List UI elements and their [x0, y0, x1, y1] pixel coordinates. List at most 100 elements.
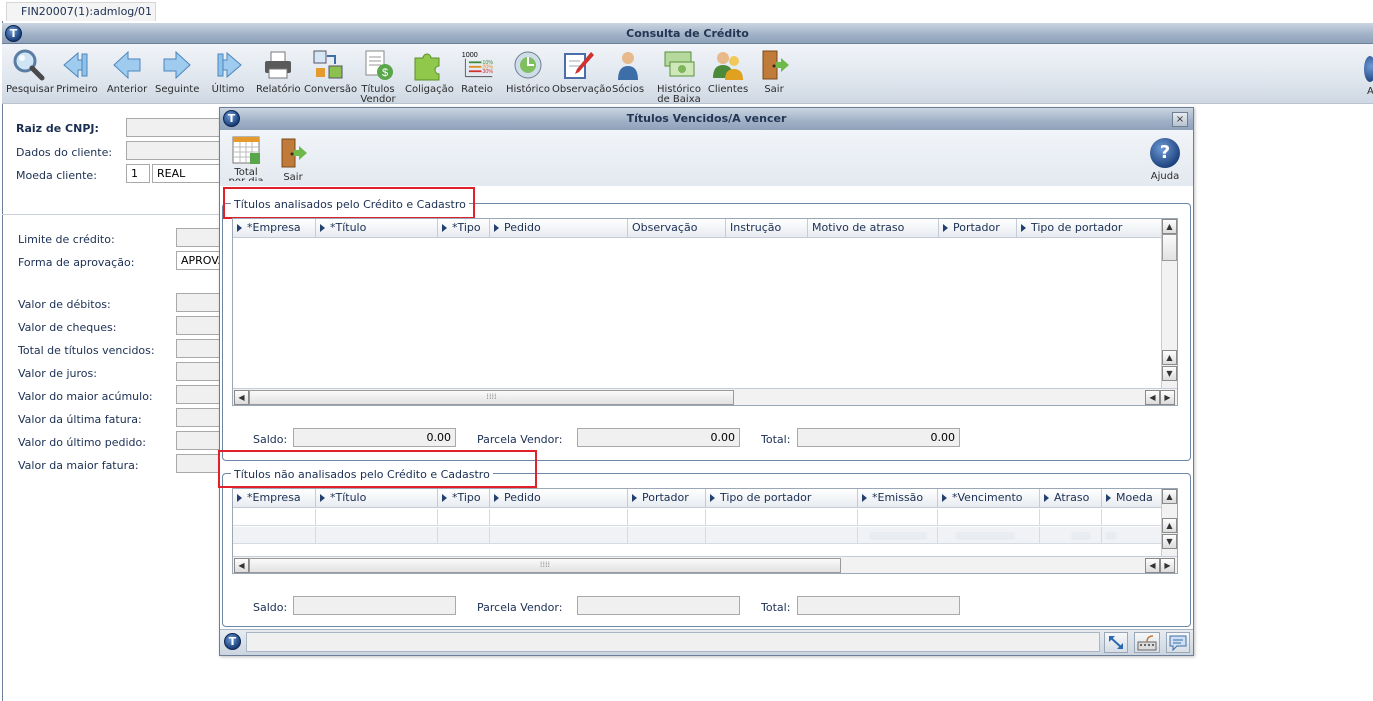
toolbar-label: Sair — [764, 84, 784, 95]
grid-horizontal-scrollbar[interactable]: ◀ ⁞⁞⁞⁞ ◀ ▶ — [233, 388, 1177, 405]
col-header[interactable]: Tipo de portador — [706, 489, 858, 508]
total-label: Total: — [761, 601, 791, 614]
saldo-label: Saldo: — [253, 601, 288, 614]
ultima-fatura-field[interactable] — [176, 408, 221, 427]
total-por-dia-button[interactable]: Total por dia — [227, 134, 265, 181]
resize-button[interactable] — [1104, 632, 1128, 653]
col-header[interactable]: Observação — [628, 219, 726, 238]
toolbar-seguinte-button[interactable]: Seguinte — [155, 48, 199, 95]
dialog-logo-icon: T — [223, 110, 240, 127]
grid-header: *Empresa *Título *Tipo Pedido Portador T… — [233, 489, 1161, 508]
scroll-up-button[interactable]: ▲ — [1162, 489, 1177, 504]
ultimo-pedido-field[interactable] — [176, 431, 221, 450]
chat-button[interactable] — [1166, 632, 1190, 653]
scroll-left-button[interactable]: ◀ — [1145, 390, 1160, 405]
col-header[interactable]: *Tipo — [438, 489, 490, 508]
rateio-pct-30: 30% — [482, 69, 493, 75]
forma-aprovacao-field[interactable]: APROVA — [176, 251, 221, 270]
grid-vertical-scrollbar[interactable]: ▲ ▲ ▼ — [1161, 489, 1177, 556]
col-header[interactable]: Instrução — [726, 219, 808, 238]
scroll-thumb[interactable]: ⁞⁞⁞⁞ — [249, 558, 841, 573]
col-header[interactable]: *Empresa — [233, 489, 316, 508]
scroll-left-button[interactable]: ◀ — [234, 390, 249, 405]
table-row[interactable] — [233, 527, 1161, 544]
valor-cheques-field[interactable] — [176, 316, 221, 335]
moeda-code-field[interactable]: 1 — [126, 164, 150, 183]
toolbar-conversao-button[interactable]: Conversão — [304, 48, 357, 95]
money-history-icon — [662, 48, 696, 82]
col-header[interactable]: Pedido — [490, 219, 628, 238]
printer-icon — [261, 48, 295, 82]
moeda-cliente-label: Moeda cliente: — [16, 169, 97, 182]
toolbar-pesquisar-button[interactable]: Pesquisar — [6, 48, 54, 95]
scroll-up-button[interactable]: ▲ — [1162, 219, 1177, 234]
col-header[interactable]: *Tipo — [438, 219, 490, 238]
scroll-right-button[interactable]: ▶ — [1160, 558, 1175, 573]
valor-juros-field[interactable] — [176, 362, 221, 381]
scroll-left-button[interactable]: ◀ — [1145, 558, 1160, 573]
toolbar-ultimo-button[interactable]: Último — [207, 48, 249, 95]
scroll-thumb[interactable] — [1162, 234, 1177, 261]
note-pencil-icon — [561, 48, 595, 82]
dialog-close-button[interactable]: × — [1172, 112, 1188, 127]
toolbar-clientes-button[interactable]: Clientes — [706, 48, 750, 95]
scroll-right-button[interactable]: ▶ — [1160, 390, 1175, 405]
col-header[interactable]: Pedido — [490, 489, 628, 508]
raiz-cnpj-field[interactable] — [126, 118, 221, 137]
col-header[interactable]: Atraso — [1040, 489, 1102, 508]
toolbar-coligacao-button[interactable]: Coligação — [405, 48, 454, 95]
toolbar-rateio-button[interactable]: 1000 10% 20% 30% Rateio — [455, 48, 499, 95]
col-header[interactable]: *Emissão — [858, 489, 938, 508]
col-header[interactable]: Moeda — [1102, 489, 1161, 508]
rateio-badge-text: 1000 — [462, 51, 478, 59]
toolbar-observacao-button[interactable]: Observação — [552, 48, 611, 95]
total-label: Total: — [761, 433, 791, 446]
scroll-left-button[interactable]: ◀ — [234, 558, 249, 573]
valor-debitos-field[interactable] — [176, 293, 221, 312]
window-tab[interactable]: FIN20007(1):admlog/01 — [6, 2, 156, 21]
toolbar-anterior-button[interactable]: Anterior — [106, 48, 148, 95]
keyboard-button[interactable] — [1134, 632, 1160, 653]
col-header[interactable]: *Título — [316, 489, 438, 508]
conversion-icon — [311, 48, 345, 82]
dialog-sair-label: Sair — [283, 172, 303, 183]
col-header[interactable]: *Título — [316, 219, 438, 238]
col-header[interactable]: Portador — [939, 219, 1017, 238]
help-icon-partial[interactable] — [1364, 56, 1373, 82]
toolbar-relatorio-button[interactable]: Relatório — [256, 48, 301, 95]
col-header[interactable]: *Empresa — [233, 219, 316, 238]
toolbar-titulos-vendor-button[interactable]: $ Títulos Vendor — [358, 48, 398, 105]
ajuda-button[interactable]: ? Ajuda — [1148, 138, 1182, 182]
grid-horizontal-scrollbar[interactable]: ◀ ⁞⁞⁞⁞ ◀ ▶ — [233, 556, 1177, 573]
toolbar-sair-button[interactable]: Sair — [756, 48, 792, 95]
scroll-up-button[interactable]: ▲ — [1162, 350, 1177, 365]
total-vencidos-field[interactable] — [176, 339, 221, 358]
scroll-down-button[interactable]: ▼ — [1162, 366, 1177, 381]
moeda-name-field[interactable]: REAL — [152, 164, 222, 183]
dados-cliente-label: Dados do cliente: — [16, 146, 113, 159]
redacted-cell — [869, 532, 927, 540]
analisados-grid[interactable]: *Empresa *Título *Tipo Pedido Observação… — [232, 218, 1178, 406]
partner-person-icon — [611, 48, 645, 82]
col-header[interactable]: Motivo de atraso — [808, 219, 939, 238]
toolbar-primeiro-button[interactable]: Primeiro — [56, 48, 98, 95]
total-por-dia-label: Total — [234, 167, 258, 178]
grid-vertical-scrollbar[interactable]: ▲ ▲ ▼ — [1161, 219, 1177, 388]
scroll-thumb[interactable]: ⁞⁞⁞⁞ — [249, 390, 734, 405]
maior-acumulo-field[interactable] — [176, 385, 221, 404]
table-row[interactable] — [233, 509, 1161, 526]
col-header[interactable]: *Vencimento — [938, 489, 1040, 508]
dialog-sair-button[interactable]: Sair — [278, 136, 308, 183]
grid-header: *Empresa *Título *Tipo Pedido Observação… — [233, 219, 1161, 238]
toolbar-socios-button[interactable]: Sócios — [608, 48, 648, 95]
toolbar-historico-baixa-button[interactable]: Histórico de Baixa — [655, 48, 703, 105]
scroll-up-button[interactable]: ▲ — [1162, 518, 1177, 533]
scroll-down-button[interactable]: ▼ — [1162, 534, 1177, 549]
dados-cliente-field[interactable] — [126, 141, 221, 160]
col-header[interactable]: Portador — [628, 489, 706, 508]
maior-fatura-field[interactable] — [176, 454, 221, 473]
toolbar-historico-button[interactable]: Histórico — [506, 48, 550, 95]
col-header[interactable]: Tipo de portador — [1017, 219, 1161, 238]
nao-analisados-grid[interactable]: *Empresa *Título *Tipo Pedido Portador T… — [232, 488, 1178, 574]
limite-credito-field[interactable] — [176, 228, 221, 247]
